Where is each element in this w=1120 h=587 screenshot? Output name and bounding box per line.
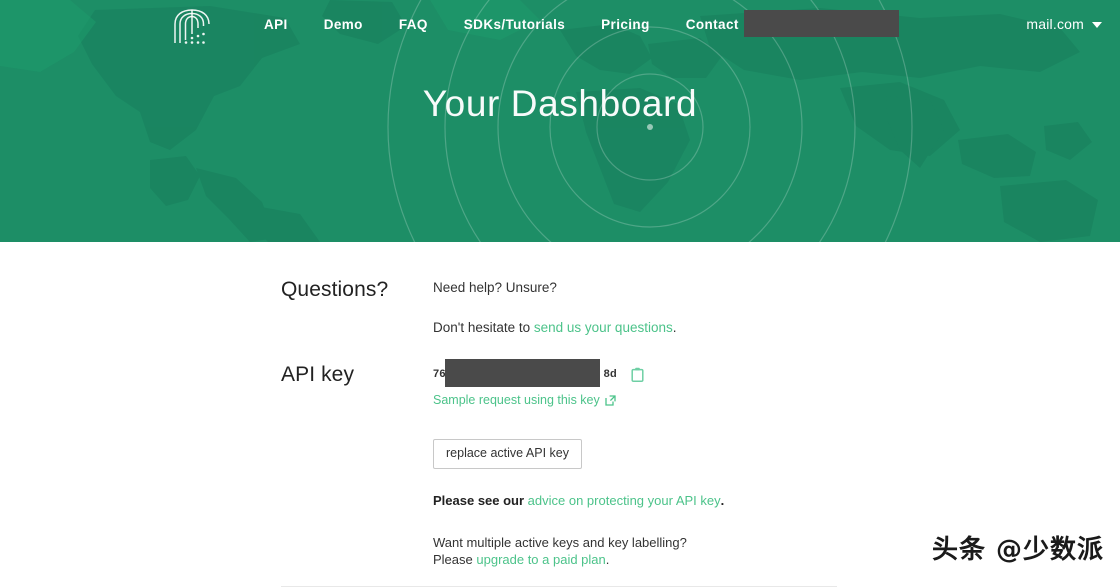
upgrade-cta-line: Please upgrade to a paid plan. [433, 551, 837, 569]
hesitate-suffix: . [672, 319, 677, 335]
upgrade-prefix: Please [433, 552, 477, 568]
main-nav-links: API Demo FAQ SDKs/Tutorials Pricing Cont… [264, 17, 739, 32]
hero-banner: API Demo FAQ SDKs/Tutorials Pricing Cont… [0, 0, 1120, 242]
logo-icon [174, 9, 210, 44]
chevron-down-icon [1092, 22, 1102, 28]
nav-item-demo[interactable]: Demo [324, 17, 363, 32]
nav-item-sdks-tutorials[interactable]: SDKs/Tutorials [464, 17, 565, 32]
external-link-icon [605, 394, 616, 406]
nav-item-contact[interactable]: Contact [686, 17, 739, 32]
api-key-label-col: API key [0, 363, 433, 569]
questions-body-col: Need help? Unsure? Don't hesitate to sen… [433, 278, 1120, 337]
email-redaction-overlay [744, 10, 899, 37]
api-key-title: API key [281, 363, 355, 387]
account-email-label: mail.com [1026, 16, 1084, 32]
main-content: Questions? Need help? Unsure? Don't hesi… [0, 242, 1120, 587]
questions-need-help-text: Need help? Unsure? [433, 280, 557, 295]
watermark-overlay: 头条 @少数派 [931, 535, 1104, 565]
advice-suffix: . [720, 492, 725, 508]
api-key-redaction-overlay [445, 359, 600, 388]
sample-request-link[interactable]: Sample request using this key [433, 393, 600, 407]
questions-title: Questions? [281, 278, 389, 301]
hesitate-prefix: Don't hesitate to [433, 319, 534, 335]
upgrade-question-text: Want multiple active keys and key labell… [433, 534, 687, 550]
upgrade-to-paid-plan-link[interactable]: upgrade to a paid plan [476, 552, 605, 567]
questions-hesitate-text: Don't hesitate to send us your questions… [433, 318, 837, 338]
sample-request-row: Sample request using this key [433, 393, 837, 407]
account-menu[interactable]: mail.com [1026, 16, 1102, 32]
page-title: Your Dashboard [422, 83, 698, 124]
nav-item-api[interactable]: API [264, 17, 288, 32]
fountain-dome-logo[interactable] [171, 7, 213, 45]
api-key-prefix: 76 [433, 368, 446, 381]
advice-prefix: Please see our [433, 492, 528, 508]
api-key-value-row: 76 8d [433, 359, 837, 388]
questions-section: Questions? Need help? Unsure? Don't hesi… [0, 242, 1120, 337]
nav-item-faq[interactable]: FAQ [399, 17, 428, 32]
protect-api-key-advice: Please see our advice on protecting your… [433, 493, 837, 508]
advice-on-protecting-link[interactable]: advice on protecting your API key [528, 493, 721, 508]
upgrade-suffix: . [605, 552, 610, 568]
clipboard-copy-icon[interactable] [631, 367, 644, 382]
send-us-your-questions-link[interactable]: send us your questions [534, 320, 673, 335]
dashboard-page: API Demo FAQ SDKs/Tutorials Pricing Cont… [0, 0, 1120, 587]
api-key-suffix: 8d [603, 368, 617, 381]
upgrade-plan-block: Want multiple active keys and key labell… [433, 534, 837, 569]
top-navigation-bar: API Demo FAQ SDKs/Tutorials Pricing Cont… [0, 0, 1120, 52]
questions-label-col: Questions? [0, 278, 433, 337]
replace-active-api-key-button[interactable]: replace active API key [433, 439, 582, 469]
nav-item-pricing[interactable]: Pricing [601, 17, 650, 32]
